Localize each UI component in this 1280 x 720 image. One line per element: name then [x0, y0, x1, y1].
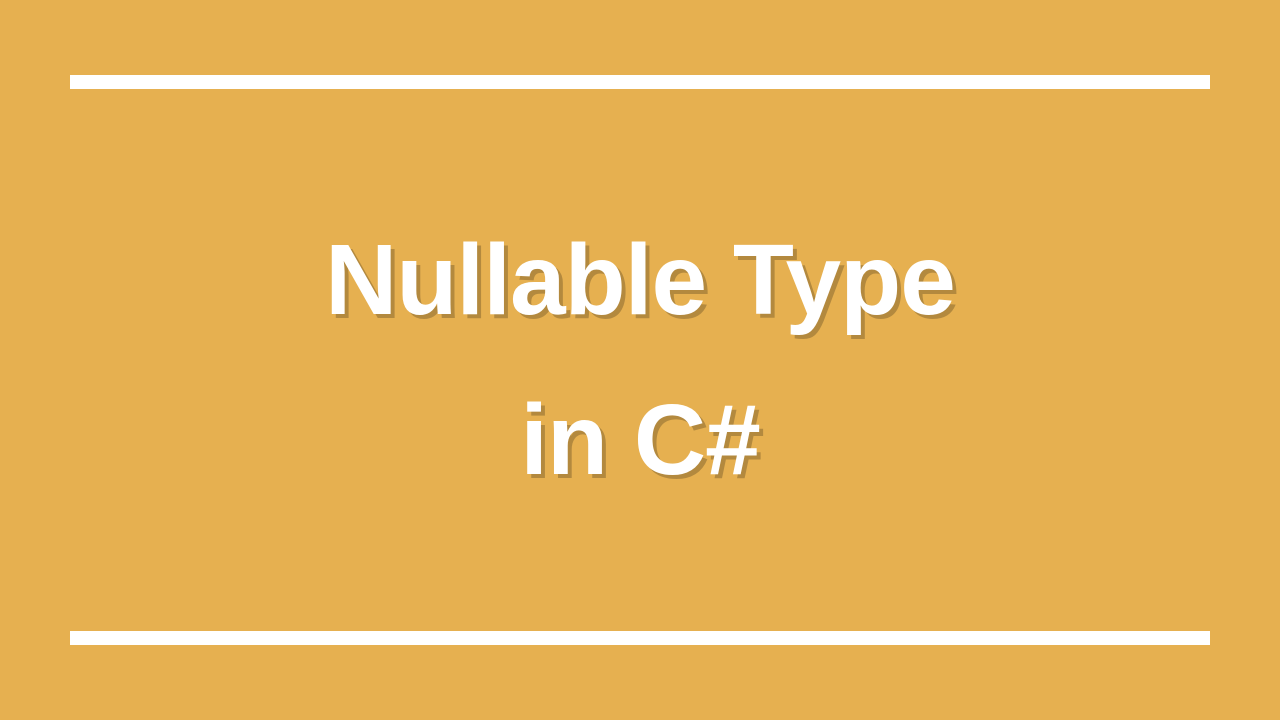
top-rule	[70, 75, 1210, 89]
bottom-rule	[70, 631, 1210, 645]
title-line-1: Nullable Type	[325, 230, 955, 330]
title-line-2: in C#	[520, 390, 759, 490]
title-container: Nullable Type in C#	[325, 230, 955, 490]
